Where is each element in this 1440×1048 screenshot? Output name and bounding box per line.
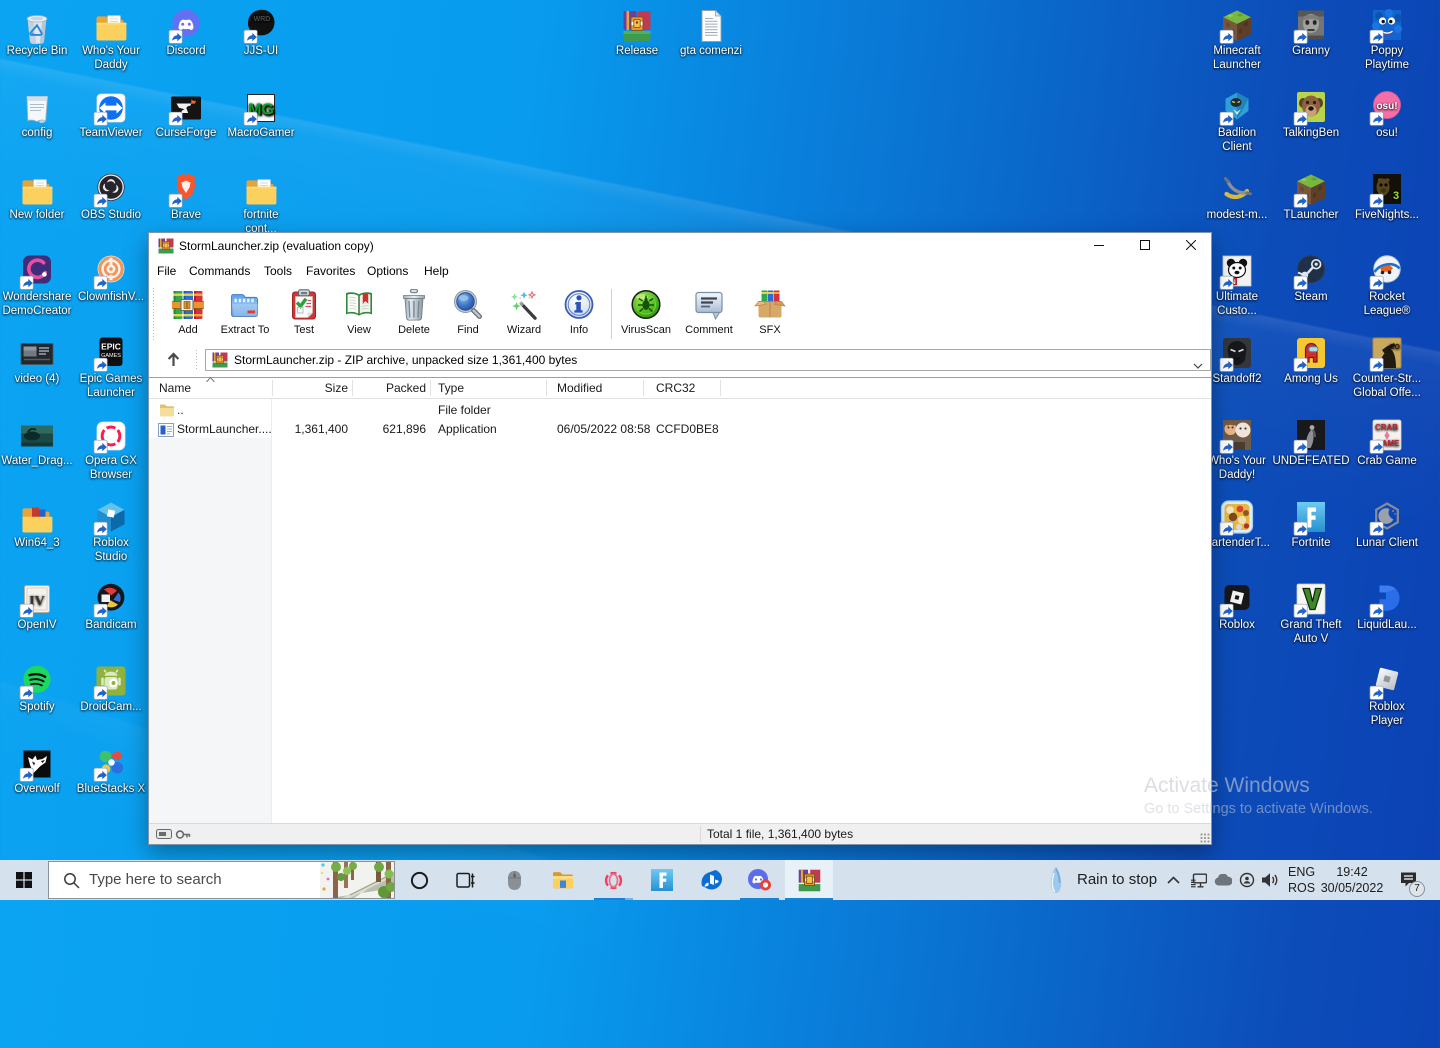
- svg-text:3: 3: [1393, 190, 1399, 202]
- svg-text:osu!: osu!: [1376, 101, 1397, 112]
- svg-text:EPIC: EPIC: [101, 342, 121, 352]
- svg-text:WRD: WRD: [254, 16, 271, 23]
- svg-text:CRAB: CRAB: [1375, 423, 1398, 432]
- svg-text:GO: GO: [1389, 344, 1400, 351]
